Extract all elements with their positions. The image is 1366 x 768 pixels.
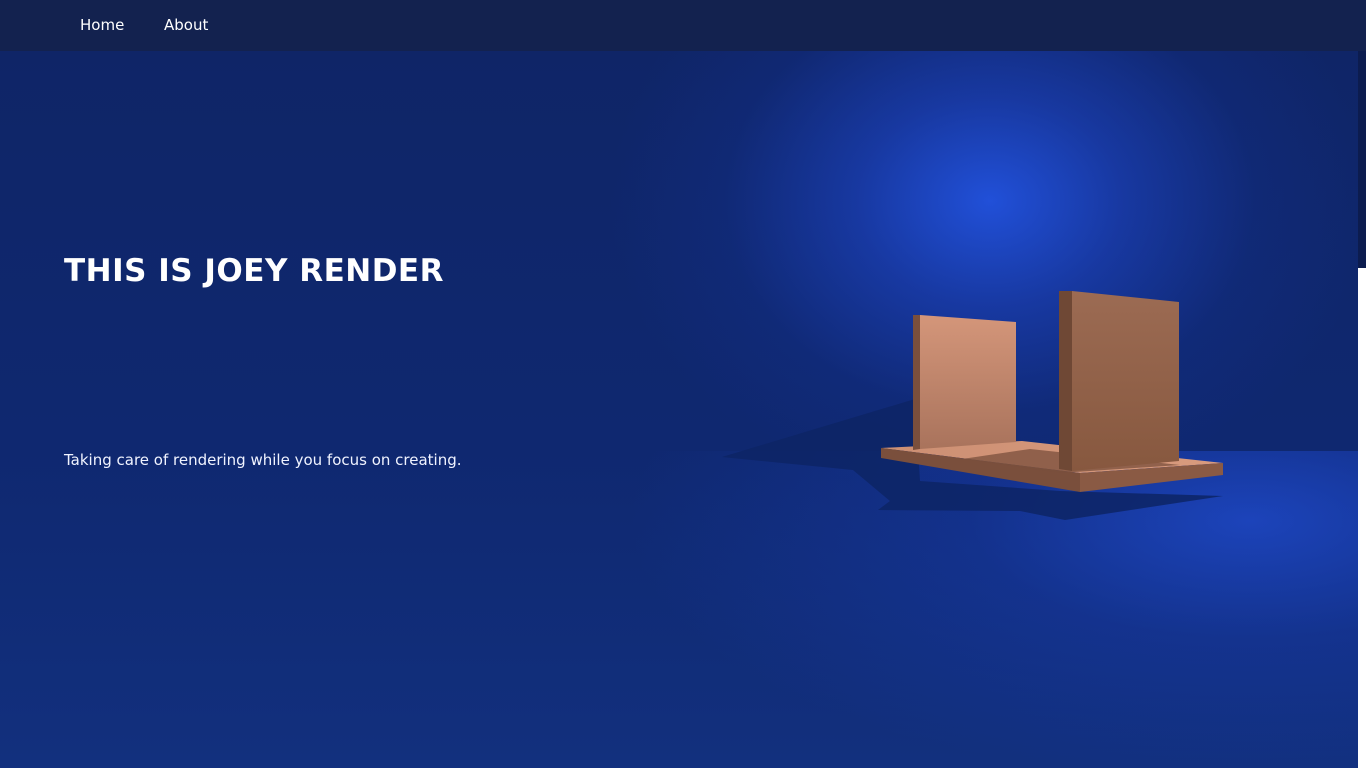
hero-subtitle: Taking care of rendering while you focus… bbox=[64, 451, 462, 469]
left-panel-front bbox=[920, 315, 1016, 449]
hero-title: THIS IS JOEY RENDER bbox=[64, 253, 444, 289]
right-panel-front bbox=[1072, 291, 1179, 471]
hero-section: THIS IS JOEY RENDER Taking care of rende… bbox=[0, 51, 1358, 768]
right-panel-side bbox=[1059, 291, 1072, 471]
scrollbar-thumb[interactable] bbox=[1358, 268, 1366, 768]
3d-render-model-icon bbox=[722, 291, 1223, 520]
scrollbar-track[interactable] bbox=[1358, 51, 1366, 268]
left-panel-side bbox=[913, 315, 920, 450]
nav-link-about[interactable]: About bbox=[164, 16, 208, 34]
top-navbar: Home About bbox=[0, 0, 1366, 51]
nav-link-home[interactable]: Home bbox=[80, 16, 124, 34]
